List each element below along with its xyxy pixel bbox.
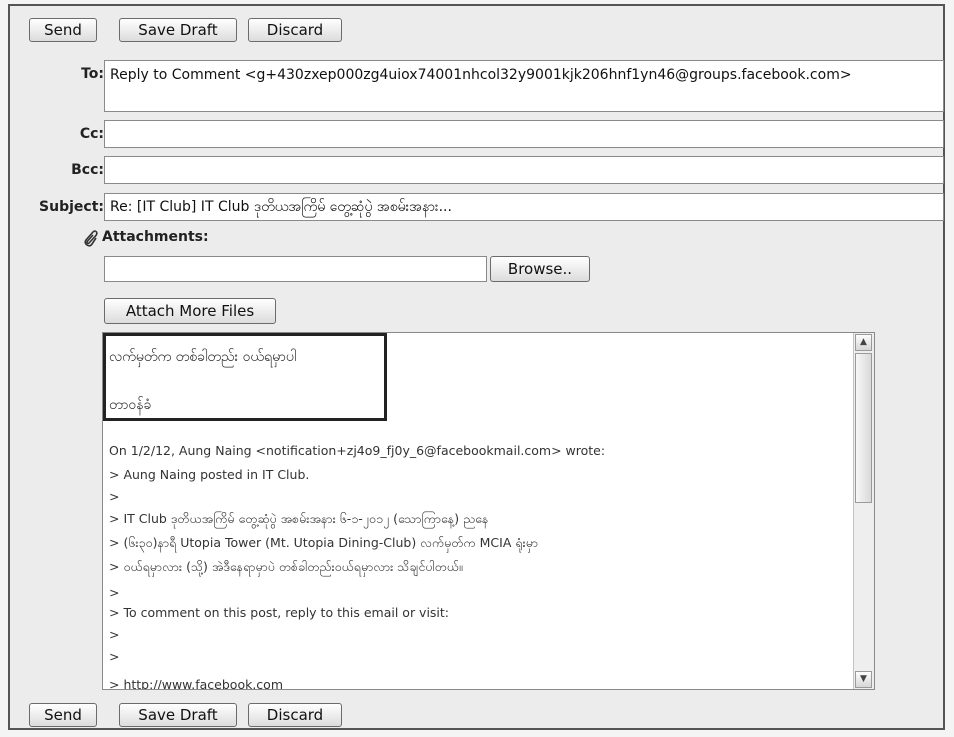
send-button[interactable]: Send <box>29 18 97 42</box>
bcc-field[interactable] <box>104 156 944 184</box>
chevron-up-icon[interactable]: ▲ <box>855 334 872 351</box>
quoted-line: > <box>109 649 120 664</box>
to-label: To: <box>81 66 104 82</box>
reply-line: လက်မှတ်က တစ်ခါတည်း ဝယ်ရမှာပါ <box>109 349 297 365</box>
send-button-bottom[interactable]: Send <box>29 703 97 727</box>
subject-field[interactable]: Re: [IT Club] IT Club ဒုတိယအကြိမ် တွေ့ဆု… <box>104 193 944 221</box>
quoted-line: > (၆း၃၀)နာရီ Utopia Tower (Mt. Utopia Di… <box>109 535 538 550</box>
bcc-label: Bcc: <box>71 162 104 178</box>
quoted-line: > http://www.facebook.com <box>109 677 283 690</box>
paperclip-icon <box>82 228 98 252</box>
quoted-line: > To comment on this post, reply to this… <box>109 605 450 620</box>
compose-window: Send Save Draft Discard To: Reply to Com… <box>8 4 945 730</box>
discard-button[interactable]: Discard <box>248 18 342 42</box>
chevron-down-icon[interactable]: ▼ <box>855 671 872 688</box>
quoted-line: > IT Club ဒုတိယအကြိမ် တွေ့ဆုံပွဲ အစမ်းအန… <box>109 511 489 526</box>
quoted-line: > ဝယ်ရမှာလား (သို့) အဲဒီနေရာမှာပဲ တစ်ခါတ… <box>109 559 463 574</box>
cc-field[interactable] <box>104 120 944 148</box>
quote-header: On 1/2/12, Aung Naing <notification+zj4o… <box>109 443 606 458</box>
save-draft-button[interactable]: Save Draft <box>119 18 237 42</box>
message-body[interactable]: လက်မှတ်က တစ်ခါတည်း ဝယ်ရမှာပါ တာဝန်ခံ On … <box>102 332 875 690</box>
attachment-file-input[interactable] <box>104 256 487 282</box>
body-scrollbar[interactable]: ▲ ▼ <box>853 333 874 689</box>
attachments-label: Attachments: <box>102 229 209 245</box>
to-field[interactable]: Reply to Comment <g+430zxep000zg4uiox740… <box>104 60 944 112</box>
quoted-line: > <box>109 489 120 504</box>
browse-button[interactable]: Browse.. <box>490 256 590 282</box>
save-draft-button-bottom[interactable]: Save Draft <box>119 703 237 727</box>
subject-label: Subject: <box>39 199 104 215</box>
quoted-line: > <box>109 627 120 642</box>
cc-label: Cc: <box>79 126 104 142</box>
quoted-line: > Aung Naing posted in IT Club. <box>109 467 310 482</box>
quoted-line: > <box>109 585 120 600</box>
scrollbar-thumb[interactable] <box>855 353 872 503</box>
reply-line: တာဝန်ခံ <box>109 397 152 413</box>
attach-more-files-button[interactable]: Attach More Files <box>104 298 276 324</box>
discard-button-bottom[interactable]: Discard <box>248 703 342 727</box>
